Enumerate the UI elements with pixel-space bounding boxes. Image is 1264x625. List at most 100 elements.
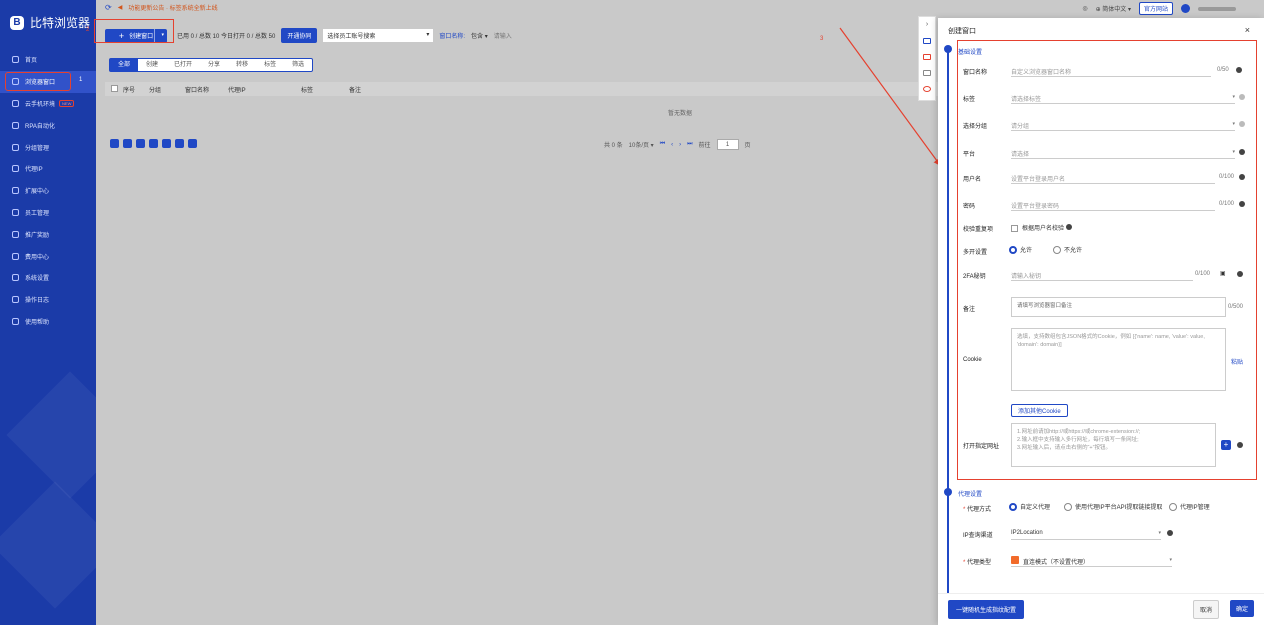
filter-tab[interactable]: 已打开 [166,59,200,71]
col-tag[interactable]: 标签 [301,85,313,94]
sidebar-item-reward[interactable]: 推广奖励 [0,223,96,245]
col-group[interactable]: 分组 [149,85,161,94]
language-select[interactable]: ⊕ 简体中文 ▾ [1096,4,1131,13]
field-2fa: 2FA秘钥 请输入秘钥 0/100 ▣ [963,268,1248,282]
gear-icon[interactable] [923,86,931,92]
filter-tab[interactable]: 分享 [200,59,228,71]
filter-tab[interactable]: 转移 [228,59,256,71]
filter-tab[interactable]: 创建 [138,59,166,71]
multi-open-allow-radio[interactable]: 允许 [1009,245,1032,255]
add-url-button[interactable]: + [1221,440,1231,450]
open-url-textarea[interactable]: 1.网址前请加http://或https://或chrome-extension… [1011,423,1216,467]
notification-icon[interactable]: ◎ [1082,5,1087,12]
sidebar-item-help[interactable]: 使用帮助 [0,311,96,333]
tag-select[interactable]: 请选择标签 ▾ [1011,91,1235,104]
placeholder-line: 2.输入框中支持输入多行网址，每行填写一条网址; [1017,437,1139,443]
avatar[interactable] [1181,4,1190,13]
cancel-button[interactable]: 取消 [1193,600,1220,619]
notice-bar[interactable]: ⟳ ◀ 功能更新公告 · 标签系统全新上线 [105,3,218,12]
export-icon[interactable] [136,139,145,148]
drawer-footer: 一键随机生成指纹配置 取消 确定 [938,593,1264,625]
open-sync-button[interactable]: 开通协同 [281,28,318,43]
sidebar-item-label: 推广奖励 [25,232,50,239]
sidebar-item-window-grid[interactable]: 浏览器窗口 1 [0,70,96,93]
field-label: 密码 [963,204,976,210]
filter-tab[interactable]: 筛选 [284,59,312,71]
search-input[interactable]: 请输入 [494,31,512,40]
twofa-input[interactable]: 请输入秘钥 [1011,268,1193,281]
sidebar-item-extension[interactable]: 扩展中心 [0,180,96,202]
message-icon[interactable] [923,54,931,60]
page-input[interactable]: 1 [716,139,739,150]
prev-page-icon[interactable]: ‹ [671,142,673,148]
sidebar-item-staff[interactable]: 员工管理 [0,202,96,224]
dedupe-checkbox[interactable]: 根据用户名校验 [1011,223,1072,232]
key-icon[interactable]: ▣ [1220,270,1226,277]
proxy-api-radio[interactable]: 使用代理IP平台API提取链接提取 [1064,502,1162,512]
chevron-right-icon[interactable]: › [926,21,928,28]
last-page-icon[interactable]: ⏭ [687,141,692,148]
deny-label: 不允许 [1064,248,1083,254]
proxy-type-select[interactable]: 直连模式（不设置代理） ▾ [1011,554,1172,567]
proxy-custom-radio[interactable]: 自定义代理 [1009,502,1050,512]
open-icon[interactable] [110,139,119,148]
sidebar-item-robot[interactable]: RPA自动化 [0,114,96,136]
char-count: 0/100 [1219,201,1235,207]
group-select[interactable]: 请分组 ▾ [1011,118,1235,131]
window-name-filter[interactable]: 窗口名称: [439,31,465,40]
info-icon [1237,442,1243,448]
col-index[interactable]: 序号 [123,85,135,94]
log-icon [12,296,19,304]
cookie-textarea[interactable]: 选填，支持数组包含JSON格式的Cookie，例如 [{'name': name… [1011,328,1226,391]
next-page-icon[interactable]: › [679,142,681,148]
contains-select[interactable]: 包含 ▾ [471,31,488,40]
col-window-name[interactable]: 窗口名称 [185,85,209,94]
sidebar-item-group[interactable]: 分组管理 [0,136,96,158]
staff-search-select[interactable]: 选择员工账号搜索 ▾ [323,29,434,42]
official-site-button[interactable]: 官方网站 [1138,2,1173,15]
multi-open-deny-radio[interactable]: 不允许 [1053,245,1083,255]
window-name-input[interactable]: 自定义浏览器窗口名称 [1011,64,1211,77]
refresh-icon[interactable]: ⟳ [105,3,112,12]
toggle-icon[interactable] [923,70,931,76]
field-label: 打开指定网址 [963,444,1000,450]
annotation-number: 1 [79,76,83,83]
sidebar-item-label: 分组管理 [25,145,50,152]
proxy-manage-radio[interactable]: 代理IP管理 [1169,502,1210,512]
monitor-icon[interactable] [923,38,931,44]
copy-icon[interactable] [175,139,184,148]
annotation-number: 2 [86,27,90,33]
delete-icon[interactable] [188,139,197,148]
timeline-dot [944,488,952,496]
filter-tab[interactable]: 全部 [110,59,139,71]
password-input[interactable]: 设置平台登录密码 [1011,198,1215,211]
notice-text[interactable]: 功能更新公告 · 标签系统全新上线 [128,3,217,12]
paste-link[interactable]: 粘贴 [1231,357,1243,366]
col-proxy-ip[interactable]: 代理IP [228,85,246,94]
filter-tab[interactable]: 标签 [256,59,284,71]
platform-select[interactable]: 请选择 ▾ [1011,146,1235,159]
brand: B 比特浏览器 [10,14,90,31]
username-input[interactable]: 设置平台登录用户名 [1011,171,1215,184]
remark-input[interactable]: 请填写浏览器窗口备注 [1011,297,1226,317]
sidebar-item-home[interactable]: 首页 [0,49,96,71]
close-icon[interactable]: × [1245,25,1250,35]
sidebar-item-log[interactable]: 操作日志 [0,289,96,311]
add-cookie-button[interactable]: 添加其他Cookie [1011,404,1068,417]
sidebar-item-proxy[interactable]: 代理IP [0,158,96,180]
sidebar-item-fee[interactable]: 费用中心 [0,245,96,267]
pagination: 共 0 条 10条/页 ▾ ⏮ ‹ › ⏭ 前往 1 页 [604,139,751,150]
per-page-select[interactable]: 10条/页 ▾ [629,140,654,149]
sidebar-item-cloud-phone[interactable]: 云手机环境 NEW [0,93,96,115]
random-fingerprint-button[interactable]: 一键随机生成指纹配置 [948,600,1025,619]
select-all-checkbox[interactable] [111,85,118,92]
move-icon[interactable] [149,139,158,148]
ip-channel-select[interactable]: IP2Location ▾ [1011,527,1161,540]
confirm-button[interactable]: 确定 [1230,600,1255,617]
col-remark[interactable]: 备注 [349,85,361,94]
username-placeholder [1198,6,1236,11]
first-page-icon[interactable]: ⏮ [660,141,665,148]
close-icon[interactable] [123,139,132,148]
sidebar-item-settings[interactable]: 系统设置 [0,267,96,289]
share-icon[interactable] [162,139,171,148]
